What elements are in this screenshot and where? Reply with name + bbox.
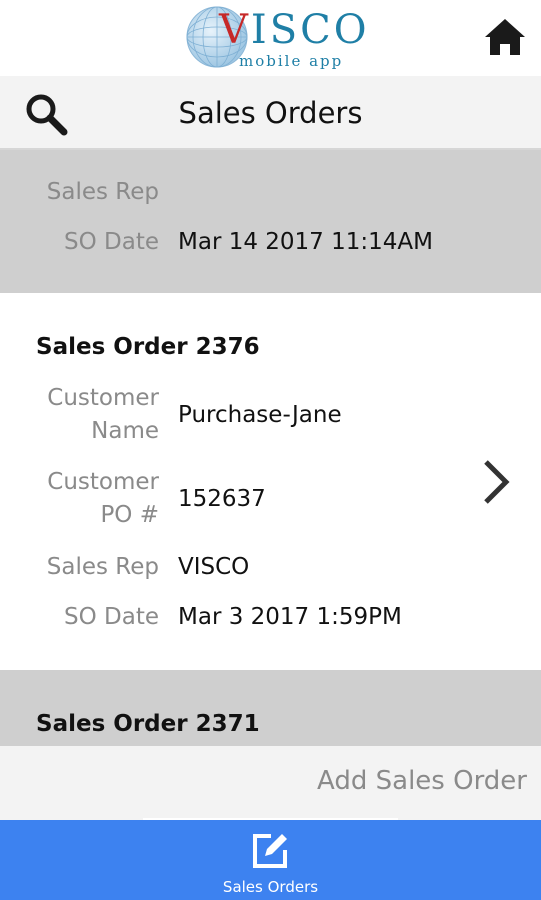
customer-po-label-line1: Customer [47, 469, 159, 495]
add-sales-order-button[interactable]: Add Sales Order [317, 766, 527, 796]
customer-name-value: Purchase-Jane [178, 402, 342, 428]
customer-po-label-line2: PO # [100, 502, 159, 528]
so-date-label: SO Date [64, 604, 159, 630]
sales-order-item[interactable]: Sales Order 2371 [0, 670, 541, 746]
order-title: Sales Order 2376 [36, 334, 260, 360]
sales-rep-label: Sales Rep [46, 179, 159, 205]
logo-subtitle: mobile app [239, 52, 344, 70]
bottom-nav: Sales Orders [0, 820, 541, 900]
app-header: VISCO mobile app [0, 0, 541, 76]
title-bar: Sales Orders [0, 76, 541, 150]
tab-label: Sales Orders [222, 878, 319, 896]
sales-order-item[interactable]: Sales Order 2376 Customer Name Purchase-… [0, 293, 541, 670]
logo-wordmark: VISCO [219, 7, 370, 53]
customer-po-value: 152637 [178, 486, 266, 512]
home-icon[interactable] [483, 15, 527, 59]
order-title: Sales Order 2371 [36, 711, 260, 737]
so-date-value: Mar 14 2017 11:14AM [178, 229, 433, 255]
sales-rep-value: VISCO [178, 554, 250, 580]
customer-name-label-line1: Customer [47, 385, 159, 411]
visco-logo: VISCO mobile app [183, 4, 367, 70]
sales-order-list[interactable]: Phone Sales Rep SO Date Mar 14 2017 11:1… [0, 150, 541, 746]
customer-name-label-line2: Name [91, 418, 159, 444]
so-date-value: Mar 3 2017 1:59PM [178, 604, 402, 630]
chevron-right-icon[interactable] [480, 456, 512, 508]
edit-icon [253, 834, 287, 868]
page-title: Sales Orders [178, 96, 363, 130]
tab-sales-orders[interactable]: Sales Orders [200, 820, 341, 900]
add-bar: Add Sales Order [0, 746, 541, 820]
sales-order-item[interactable]: Phone Sales Rep SO Date Mar 14 2017 11:1… [0, 150, 541, 293]
so-date-label: SO Date [64, 229, 159, 255]
sales-rep-label: Sales Rep [46, 554, 159, 580]
partial-label: Phone [88, 154, 159, 163]
